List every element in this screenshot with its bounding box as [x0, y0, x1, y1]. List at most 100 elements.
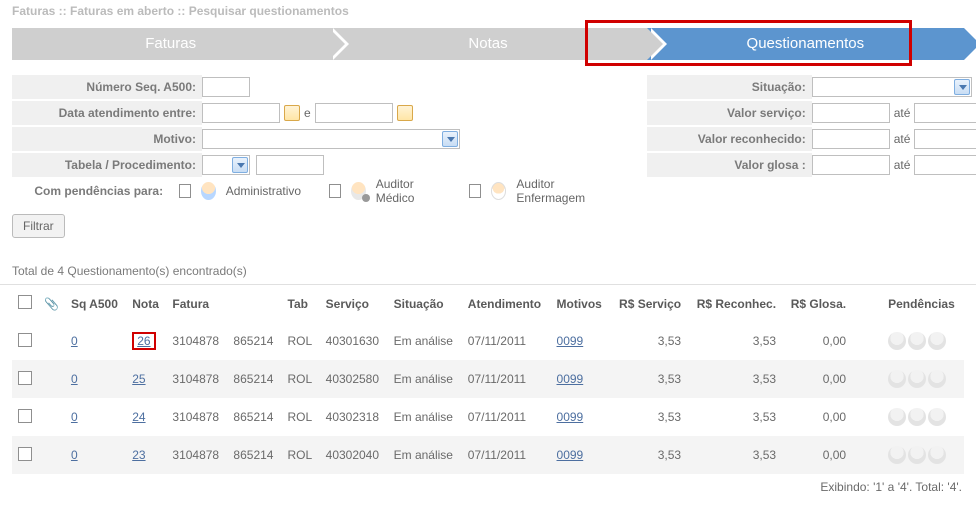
- link-motivo[interactable]: 0099: [557, 372, 584, 386]
- link-sq[interactable]: 0: [71, 448, 78, 462]
- medico-icon: [351, 182, 366, 200]
- link-sq[interactable]: 0: [71, 334, 78, 348]
- table-row: 0 26 3104878865214ROL40301630Em análise07/…: [12, 322, 964, 360]
- cell-situacao: Em análise: [388, 398, 462, 436]
- label-ate: até: [894, 158, 911, 172]
- admin-icon: [201, 182, 216, 200]
- row-checkbox[interactable]: [18, 409, 32, 423]
- link-nota[interactable]: 23: [132, 448, 145, 462]
- cell-rsserv: 3,53: [610, 322, 687, 360]
- cell-rsglosa: 0,00: [782, 436, 852, 474]
- cell-fatura2: 865214: [227, 360, 281, 398]
- table-row: 0233104878865214ROL40302040Em análise07/…: [12, 436, 964, 474]
- select-motivo[interactable]: [202, 129, 460, 149]
- cell-atend: 07/11/2011: [462, 322, 551, 360]
- tab-faturas[interactable]: Faturas: [12, 28, 329, 60]
- checkbox-medico[interactable]: [329, 184, 341, 198]
- link-nota[interactable]: 24: [132, 410, 145, 424]
- calendar-icon[interactable]: [397, 105, 413, 121]
- tab-questionamentos[interactable]: Questionamentos: [647, 28, 964, 60]
- cell-fatura: 3104878: [166, 360, 227, 398]
- cell-atend: 07/11/2011: [462, 436, 551, 474]
- cell-fatura2: 865214: [227, 436, 281, 474]
- input-valrec-from[interactable]: [812, 129, 890, 149]
- label-numseq: Número Seq. A500:: [12, 75, 202, 99]
- link-motivo[interactable]: 0099: [557, 334, 584, 348]
- checkbox-admin[interactable]: [179, 184, 191, 198]
- results-table: 📎 Sq A500 Nota Fatura Tab Serviço Situaç…: [12, 285, 964, 474]
- input-valglosa-from[interactable]: [812, 155, 890, 175]
- calendar-icon[interactable]: [284, 105, 300, 121]
- th-pend: Pendências: [882, 285, 964, 322]
- enfermagem-icon: [491, 182, 506, 200]
- th-sq: Sq A500: [65, 285, 126, 322]
- cell-servico: 40302580: [320, 360, 388, 398]
- th-rsserv: R$ Serviço: [610, 285, 687, 322]
- row-checkbox[interactable]: [18, 371, 32, 385]
- th-nota: Nota: [126, 285, 166, 322]
- input-valservico-from[interactable]: [812, 103, 890, 123]
- cell-rsglosa: 0,00: [782, 322, 852, 360]
- label-tabproc: Tabela / Procedimento:: [12, 153, 202, 177]
- input-procedimento[interactable]: [256, 155, 324, 175]
- table-row: 0243104878865214ROL40302318Em análise07/…: [12, 398, 964, 436]
- result-count: Total de 4 Questionamento(s) encontrado(…: [0, 248, 976, 285]
- pend-icons: [888, 408, 958, 426]
- cell-servico: 40302318: [320, 398, 388, 436]
- cell-rsserv: 3,53: [610, 398, 687, 436]
- cell-situacao: Em análise: [388, 436, 462, 474]
- label-compend: Com pendências para:: [12, 179, 169, 203]
- cell-situacao: Em análise: [388, 322, 462, 360]
- chevron-down-icon[interactable]: [442, 131, 458, 147]
- cell-rsrec: 3,53: [687, 360, 782, 398]
- label-medico: Auditor Médico: [376, 177, 442, 205]
- pend-enf-icon: [928, 332, 946, 350]
- link-motivo[interactable]: 0099: [557, 448, 584, 462]
- th-servico: Serviço: [320, 285, 388, 322]
- cell-rsrec: 3,53: [687, 436, 782, 474]
- link-nota[interactable]: 26: [132, 332, 155, 350]
- label-e: e: [304, 106, 311, 120]
- link-sq[interactable]: 0: [71, 372, 78, 386]
- checkbox-enf[interactable]: [469, 184, 481, 198]
- input-valservico-to[interactable]: [914, 103, 976, 123]
- cell-rsrec: 3,53: [687, 322, 782, 360]
- pend-medico-icon: [908, 370, 926, 388]
- cell-servico: 40301630: [320, 322, 388, 360]
- pagination-info: Exibindo: '1' a '4'. Total: '4'.: [0, 474, 976, 504]
- label-ate: até: [894, 106, 911, 120]
- input-valglosa-to[interactable]: [914, 155, 976, 175]
- chevron-down-icon[interactable]: [954, 79, 970, 95]
- label-dataentre: Data atendimento entre:: [12, 101, 202, 125]
- pend-medico-icon: [908, 332, 926, 350]
- label-motivo: Motivo:: [12, 127, 202, 151]
- tab-bar: Faturas Notas Questionamentos: [12, 28, 964, 60]
- cell-fatura: 3104878: [166, 436, 227, 474]
- cell-fatura2: 865214: [227, 398, 281, 436]
- link-motivo[interactable]: 0099: [557, 410, 584, 424]
- th-fatura: Fatura: [166, 285, 281, 322]
- cell-fatura: 3104878: [166, 398, 227, 436]
- input-data-to[interactable]: [315, 103, 393, 123]
- cell-atend: 07/11/2011: [462, 398, 551, 436]
- checkbox-all[interactable]: [18, 295, 32, 309]
- input-valrec-to[interactable]: [914, 129, 976, 149]
- input-numseq[interactable]: [202, 77, 250, 97]
- filtrar-button[interactable]: Filtrar: [12, 214, 65, 238]
- link-sq[interactable]: 0: [71, 410, 78, 424]
- input-data-from[interactable]: [202, 103, 280, 123]
- cell-tab: ROL: [282, 322, 320, 360]
- row-checkbox[interactable]: [18, 333, 32, 347]
- th-atend: Atendimento: [462, 285, 551, 322]
- tab-notas[interactable]: Notas: [329, 28, 646, 60]
- row-checkbox[interactable]: [18, 447, 32, 461]
- select-situacao[interactable]: [812, 77, 972, 97]
- cell-tab: ROL: [282, 436, 320, 474]
- label-ate: até: [894, 132, 911, 146]
- cell-fatura2: 865214: [227, 322, 281, 360]
- cell-fatura: 3104878: [166, 322, 227, 360]
- pend-admin-icon: [888, 370, 906, 388]
- cell-atend: 07/11/2011: [462, 360, 551, 398]
- chevron-down-icon[interactable]: [232, 157, 248, 173]
- link-nota[interactable]: 25: [132, 372, 145, 386]
